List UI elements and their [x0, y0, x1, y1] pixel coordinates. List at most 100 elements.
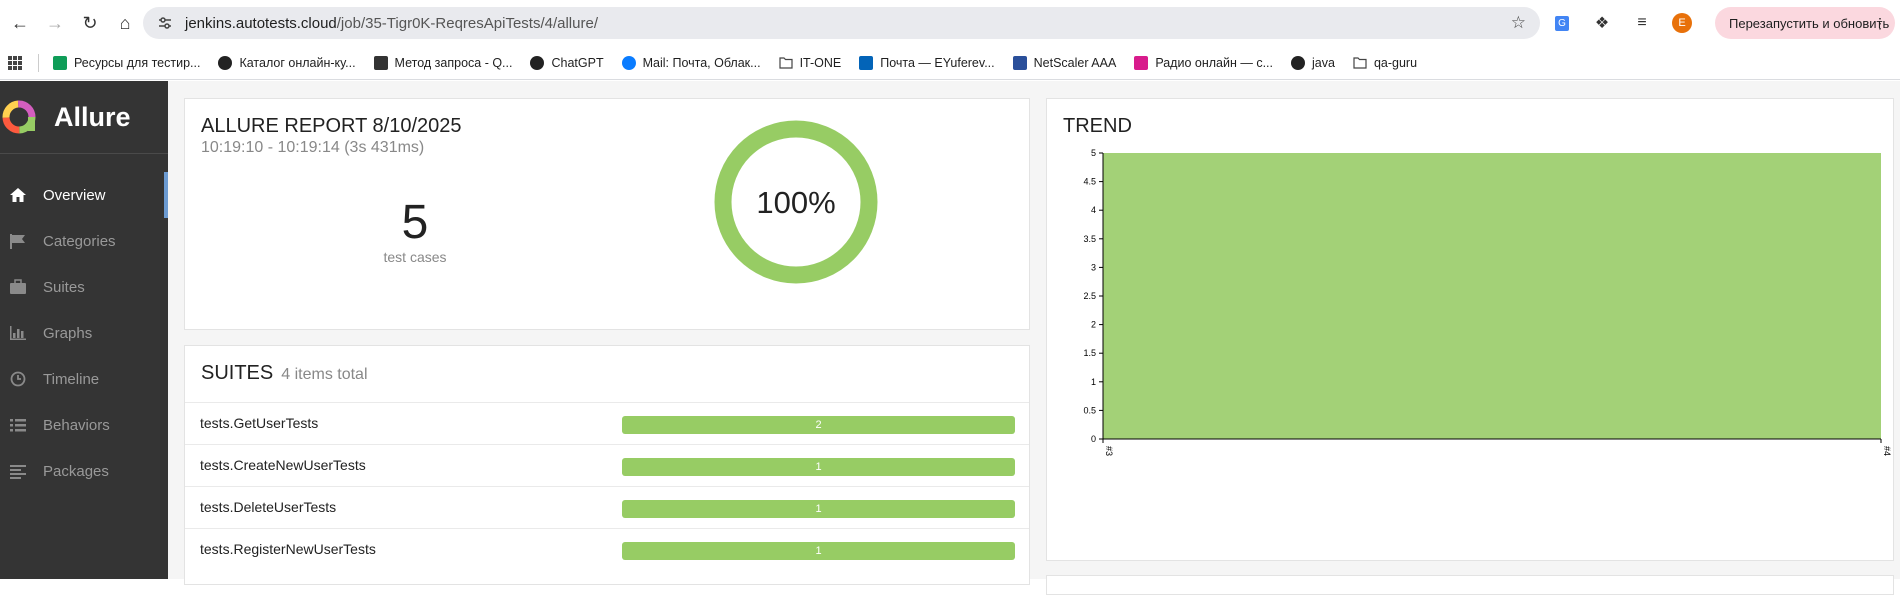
translate-icon[interactable]: G [1548, 9, 1576, 37]
bookmark-item[interactable]: Радио онлайн — с... [1134, 55, 1273, 70]
sidebar-item-suites[interactable]: Suites [0, 264, 168, 310]
sidebar-item-graphs[interactable]: Graphs [0, 310, 168, 356]
url-text[interactable]: jenkins.autotests.cloud/job/35-Tigr0K-Re… [185, 15, 598, 32]
bookmark-item[interactable]: IT-ONE [778, 55, 842, 70]
github-icon [1291, 55, 1305, 70]
bookmark-label: Почта — EYuferev... [880, 55, 995, 70]
relaunch-label: Перезапустить и обновить [1729, 15, 1890, 31]
url-host: jenkins.autotests.cloud [185, 14, 337, 32]
suite-row[interactable]: tests.DeleteUserTests 1 [185, 486, 1029, 528]
suite-passed-bar[interactable]: 2 [622, 416, 1015, 434]
bookmark-item[interactable]: Ресурсы для тестир... [53, 55, 201, 70]
list-icon [7, 417, 29, 433]
allure-logo-icon [2, 100, 36, 134]
bookmark-label: ChatGPT [551, 55, 604, 70]
suite-row[interactable]: tests.GetUserTests 2 [185, 402, 1029, 444]
profile-avatar[interactable]: E [1668, 9, 1696, 37]
profile-initial: E [1672, 13, 1692, 33]
bookmark-item[interactable]: qa-guru [1353, 56, 1417, 70]
trend-area[interactable] [1103, 153, 1881, 439]
sheets-icon [53, 55, 67, 70]
chatgpt-icon [530, 55, 545, 70]
bookmarks-bar: Ресурсы для тестир... Каталог онлайн-ку..… [0, 46, 1900, 80]
reading-list-icon[interactable]: ≡ [1628, 9, 1656, 37]
sidebar-item-behaviors[interactable]: Behaviors [0, 402, 168, 448]
address-bar[interactable]: jenkins.autotests.cloud/job/35-Tigr0K-Re… [143, 7, 1540, 39]
bookmark-label: IT-ONE [799, 55, 842, 70]
netscaler-icon [1012, 55, 1027, 70]
home-icon [7, 187, 29, 203]
suite-name: tests.DeleteUserTests [200, 499, 337, 515]
relaunch-button[interactable]: Перезапустить и обновить ⋮ [1715, 7, 1895, 39]
x-tick-label: #4 [1882, 446, 1892, 456]
bookmark-label: Ресурсы для тестир... [74, 55, 201, 70]
x-tick-label: #3 [1104, 446, 1114, 456]
back-icon[interactable]: ← [5, 8, 35, 38]
sidebar-item-label: Timeline [43, 370, 100, 388]
flag-icon [7, 233, 29, 249]
suites-title: SUITES [201, 362, 274, 384]
bookmark-label: Радио онлайн — с... [1155, 55, 1273, 70]
suite-passed-bar[interactable]: 1 [622, 458, 1015, 476]
summary-widget: ALLURE REPORT 8/10/2025 10:19:10 - 10:19… [184, 98, 1030, 330]
suite-name: tests.CreateNewUserTests [200, 457, 366, 473]
forward-icon[interactable]: → [40, 8, 70, 38]
brand[interactable]: Allure [0, 81, 168, 154]
extensions-area: G ❖ ≡ E [1548, 9, 1696, 37]
suite-name: tests.RegisterNewUserTests [200, 541, 376, 557]
y-tick-label: 3.5 [1083, 234, 1096, 244]
clock-icon [7, 371, 29, 387]
bookmark-item[interactable]: Метод запроса - Q... [373, 55, 512, 70]
sidebar-item-overview[interactable]: Overview [0, 172, 168, 218]
suite-passed-bar[interactable]: 1 [622, 542, 1015, 560]
sidebar-nav: Overview Categories Suites Graphs Timeline Be… [0, 172, 168, 494]
sidebar-item-timeline[interactable]: Timeline [0, 356, 168, 402]
menu-kebab-icon[interactable]: ⋮ [1873, 15, 1887, 32]
bookmark-star-icon[interactable]: ☆ [1511, 13, 1526, 33]
suite-passed-bar[interactable]: 1 [622, 500, 1015, 518]
suite-row[interactable]: tests.CreateNewUserTests 1 [185, 444, 1029, 486]
bookmark-item[interactable]: NetScaler AAA [1012, 55, 1116, 70]
pass-rate-donut[interactable]: 100% [714, 119, 878, 303]
browser-toolbar: ← → ↻ ⌂ jenkins.autotests.cloud/job/35-T… [0, 0, 1900, 46]
bookmark-item[interactable]: ChatGPT [530, 55, 604, 70]
bookmark-label: Mail: Почта, Облак... [642, 55, 761, 70]
sidebar-item-packages[interactable]: Packages [0, 448, 168, 494]
suites-widget: SUITES 4 items total tests.GetUserTests 2… [184, 345, 1030, 585]
bookmark-item[interactable]: Каталог онлайн-ку... [218, 55, 356, 70]
apps-grid-icon[interactable] [8, 55, 22, 70]
bookmark-item[interactable]: java [1291, 55, 1335, 70]
y-tick-label: 5 [1091, 148, 1096, 158]
bookmark-item[interactable]: Mail: Почта, Облак... [621, 55, 761, 70]
test-case-count-label: test cases [383, 249, 447, 265]
y-tick-label: 1 [1091, 377, 1096, 387]
suite-row[interactable]: tests.RegisterNewUserTests 1 [185, 528, 1029, 570]
bar-chart-icon [7, 325, 29, 341]
suites-header[interactable]: SUITES 4 items total [185, 346, 1029, 402]
report-title: ALLURE REPORT 8/10/2025 [201, 115, 462, 137]
main-content: ALLURE REPORT 8/10/2025 10:19:10 - 10:19… [168, 81, 1900, 595]
sidebar-item-categories[interactable]: Categories [0, 218, 168, 264]
suite-list: tests.GetUserTests 2 tests.CreateNewUserTe… [185, 402, 1029, 570]
folder-icon [778, 56, 793, 70]
suites-count: 4 items total [281, 366, 368, 383]
sidebar-item-label: Graphs [43, 324, 93, 342]
pass-percent: 100% [756, 185, 835, 220]
y-tick-label: 2.5 [1083, 291, 1096, 301]
site-settings-icon[interactable] [155, 13, 175, 33]
y-tick-label: 3 [1091, 262, 1096, 272]
code-icon [373, 55, 388, 70]
y-tick-label: 1.5 [1083, 348, 1096, 358]
y-tick-label: 4.5 [1083, 177, 1096, 187]
home-page-icon[interactable]: ⌂ [110, 8, 140, 38]
reload-icon[interactable]: ↻ [75, 8, 105, 38]
sidebar-item-label: Overview [43, 186, 106, 204]
next-widget [1046, 575, 1894, 595]
bookmark-label: java [1312, 55, 1335, 70]
y-tick-label: 2 [1091, 320, 1096, 330]
bookmark-item[interactable]: Почта — EYuferev... [859, 55, 995, 70]
bookmarks-separator [38, 53, 39, 72]
extensions-puzzle-icon[interactable]: ❖ [1588, 9, 1616, 37]
align-left-icon [7, 463, 29, 479]
sidebar-item-label: Suites [43, 278, 85, 296]
